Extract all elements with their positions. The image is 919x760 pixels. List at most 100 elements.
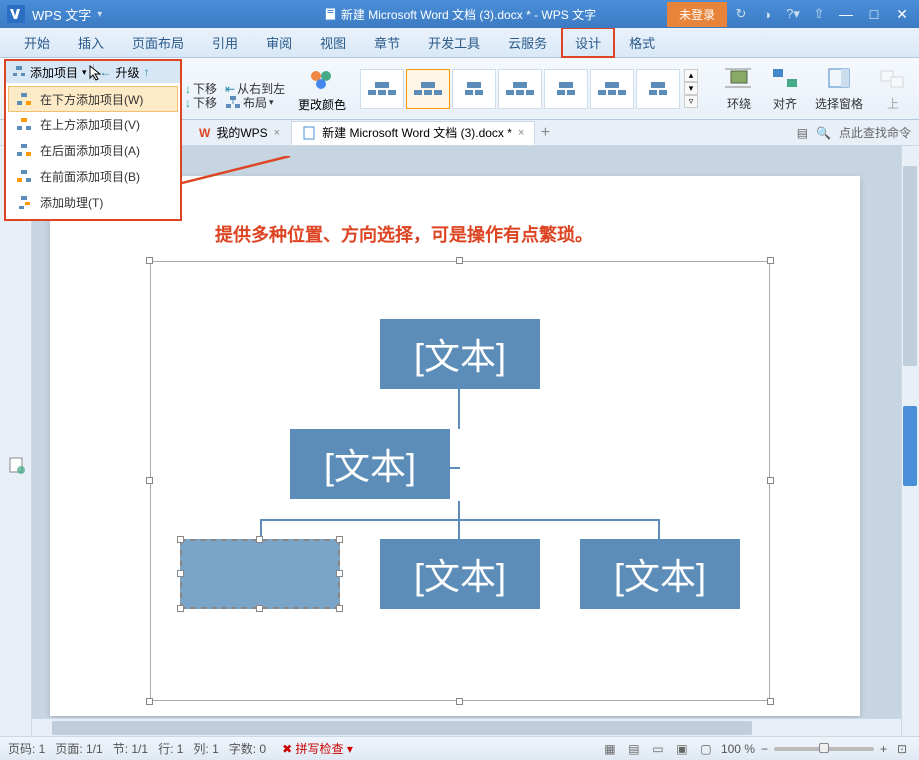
- view-web-icon[interactable]: ▭: [649, 740, 667, 758]
- gallery-item-5[interactable]: [544, 69, 588, 109]
- smartart-node-assistant[interactable]: [文本]: [290, 429, 450, 499]
- close-tab-icon[interactable]: ×: [274, 127, 280, 139]
- node-handle[interactable]: [256, 536, 263, 543]
- sb-line[interactable]: 行: 1: [158, 740, 183, 757]
- zoom-in-button[interactable]: +: [880, 742, 887, 756]
- share-icon[interactable]: ⇧: [807, 2, 831, 26]
- view-read-icon[interactable]: ▣: [673, 740, 691, 758]
- add-assistant-icon: [16, 194, 32, 210]
- node-handle[interactable]: [177, 536, 184, 543]
- resize-handle[interactable]: [767, 257, 774, 264]
- change-color-button[interactable]: 更改颜色: [298, 96, 346, 113]
- maximize-button[interactable]: □: [861, 2, 887, 26]
- doc-tab-mywps[interactable]: W 我的WPS ×: [188, 121, 291, 145]
- node-handle[interactable]: [177, 570, 184, 577]
- dd-add-after[interactable]: 在后面添加项目(A): [6, 137, 180, 163]
- tab-reference[interactable]: 引用: [198, 27, 252, 58]
- login-button[interactable]: 未登录: [667, 2, 727, 27]
- resize-handle[interactable]: [767, 477, 774, 484]
- skin-icon[interactable]: ◑: [755, 2, 779, 26]
- smartart-node-root[interactable]: [文本]: [380, 319, 540, 389]
- resize-handle[interactable]: [146, 698, 153, 705]
- gallery-item-1[interactable]: [360, 69, 404, 109]
- zoom-slider[interactable]: [774, 747, 874, 751]
- add-tab-button[interactable]: +: [535, 124, 555, 142]
- node-handle[interactable]: [256, 605, 263, 612]
- qat-dropdown-icon[interactable]: ▾: [97, 9, 102, 20]
- gallery-item-7[interactable]: [636, 69, 680, 109]
- dd-add-below[interactable]: 在下方添加项目(W): [8, 86, 178, 112]
- tab-view[interactable]: 视图: [306, 27, 360, 58]
- tab-start[interactable]: 开始: [10, 27, 64, 58]
- smartart-container[interactable]: [文本] [文本] [文本] [文本]: [150, 261, 770, 701]
- dd-add-assistant[interactable]: 添加助理(T): [6, 189, 180, 215]
- sync-icon[interactable]: ↻: [729, 2, 753, 26]
- sb-chars[interactable]: 字数: 0: [229, 740, 266, 757]
- more-icon: [877, 65, 909, 93]
- horizontal-scrollbar[interactable]: [32, 718, 901, 736]
- resize-handle[interactable]: [146, 257, 153, 264]
- zoom-level[interactable]: 100 %: [721, 742, 755, 756]
- doc-tab-current[interactable]: 新建 Microsoft Word 文档 (3).docx * ×: [291, 121, 535, 145]
- smartart-node-child-2[interactable]: [文本]: [380, 539, 540, 609]
- align-button[interactable]: 对齐: [769, 65, 801, 112]
- scroll-thumb-active[interactable]: [903, 406, 917, 486]
- selection-pane-button[interactable]: 选择窗格: [815, 65, 863, 112]
- dd-add-above[interactable]: 在上方添加项目(V): [6, 111, 180, 137]
- tab-list-icon[interactable]: ▤: [797, 126, 808, 140]
- node-handle[interactable]: [177, 605, 184, 612]
- close-button[interactable]: ✕: [889, 2, 915, 26]
- vertical-scrollbar[interactable]: [901, 146, 919, 736]
- node-handle[interactable]: [336, 605, 343, 612]
- view-print-icon[interactable]: ▦: [601, 740, 619, 758]
- tab-insert[interactable]: 插入: [64, 27, 118, 58]
- node-handle[interactable]: [336, 570, 343, 577]
- node-handle[interactable]: [336, 536, 343, 543]
- more-button[interactable]: 上: [877, 65, 909, 112]
- add-item-header-button[interactable]: 添加项目 ▾: [12, 64, 87, 81]
- connector: [658, 519, 660, 539]
- search-icon[interactable]: 🔍: [816, 126, 831, 140]
- help-icon[interactable]: ?▾: [781, 2, 805, 26]
- smartart-node-child-1[interactable]: [180, 539, 340, 609]
- gallery-item-3[interactable]: [452, 69, 496, 109]
- tab-cloud[interactable]: 云服务: [494, 27, 561, 58]
- fit-icon[interactable]: ⊡: [893, 740, 911, 758]
- tab-format[interactable]: 格式: [615, 27, 669, 58]
- gallery-item-6[interactable]: [590, 69, 634, 109]
- sb-spell[interactable]: ✖ 拼写检查 ▾: [282, 740, 353, 757]
- view-outline-icon[interactable]: ▤: [625, 740, 643, 758]
- tab-design[interactable]: 设计: [561, 27, 615, 58]
- search-command-input[interactable]: 点此查找命令: [839, 124, 911, 141]
- smartart-node-child-3[interactable]: [文本]: [580, 539, 740, 609]
- page-icon[interactable]: [7, 456, 25, 474]
- wrap-button[interactable]: 环绕: [723, 65, 755, 112]
- zoom-thumb[interactable]: [819, 743, 829, 753]
- tab-page-layout[interactable]: 页面布局: [118, 27, 198, 58]
- resize-handle[interactable]: [456, 257, 463, 264]
- resize-handle[interactable]: [146, 477, 153, 484]
- tab-review[interactable]: 审阅: [252, 27, 306, 58]
- layout-button[interactable]: 布局▾: [225, 94, 274, 111]
- view-full-icon[interactable]: ▢: [697, 740, 715, 758]
- tab-dev-tools[interactable]: 开发工具: [414, 27, 494, 58]
- gallery-item-4[interactable]: [498, 69, 542, 109]
- resize-handle[interactable]: [767, 698, 774, 705]
- sb-section[interactable]: 节: 1/1: [113, 740, 148, 757]
- resize-handle[interactable]: [456, 698, 463, 705]
- scroll-thumb[interactable]: [903, 166, 917, 366]
- sb-page[interactable]: 页面: 1/1: [55, 740, 102, 757]
- move-down2-label: 下移: [193, 94, 217, 111]
- dd-add-before[interactable]: 在前面添加项目(B): [6, 163, 180, 189]
- tab-section[interactable]: 章节: [360, 27, 414, 58]
- scroll-thumb-h[interactable]: [52, 721, 752, 735]
- promote-header-button[interactable]: ← 升级 ↑: [100, 64, 150, 81]
- gallery-item-2[interactable]: [406, 69, 450, 109]
- zoom-out-button[interactable]: −: [761, 742, 768, 756]
- move-down2-button[interactable]: ↓下移: [185, 94, 217, 111]
- gallery-nav[interactable]: ▴▾▿: [684, 69, 698, 109]
- sb-page-code[interactable]: 页码: 1: [8, 740, 45, 757]
- minimize-button[interactable]: —: [833, 2, 859, 26]
- sb-col[interactable]: 列: 1: [193, 740, 218, 757]
- close-tab-icon[interactable]: ×: [518, 127, 524, 139]
